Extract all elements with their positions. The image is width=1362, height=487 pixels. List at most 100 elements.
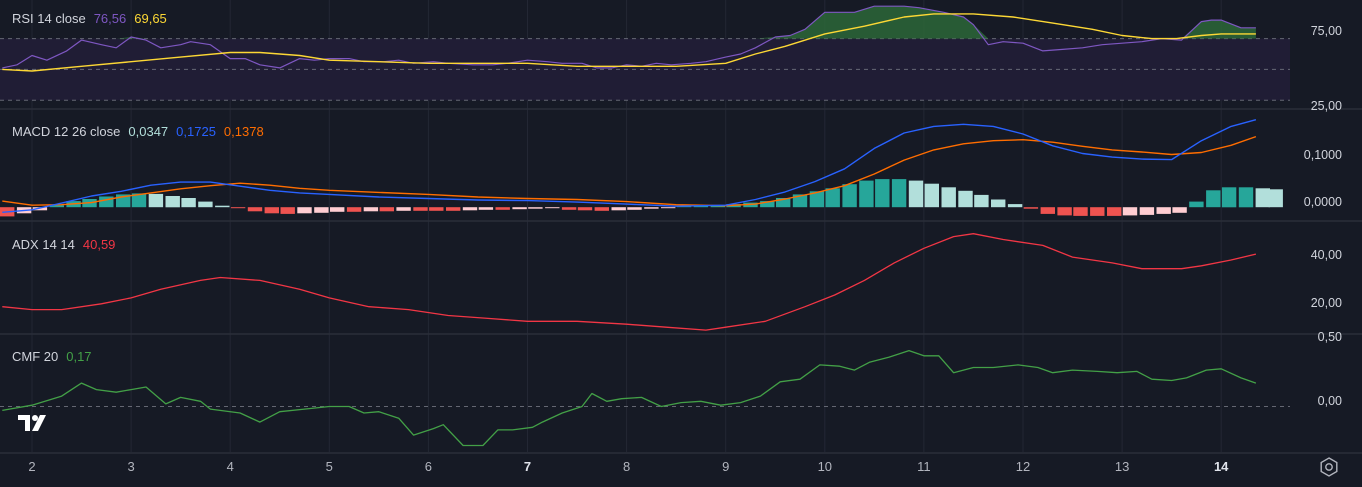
adx-line [2, 233, 1257, 331]
macd-histogram-bar [1007, 204, 1023, 208]
macd-axis-label-high: 0,1000 [1303, 148, 1342, 162]
macd-histogram-bar [1057, 207, 1072, 216]
macd-histogram-bar [230, 207, 246, 209]
macd-histogram-bar [611, 207, 626, 211]
macd-histogram-bar [545, 207, 560, 209]
macd-histogram-bar [462, 207, 478, 211]
time-axis-label: 11 [917, 459, 931, 474]
macd-histogram-bar [1172, 207, 1187, 213]
macd-histogram-bar [512, 207, 527, 210]
cmf-axis-label-zero: 0,00 [1317, 394, 1342, 408]
macd-histogram-bar [825, 188, 840, 208]
macd-histogram-bar [181, 198, 196, 208]
macd-histogram-bar [1255, 188, 1270, 208]
macd-histogram-bar [346, 207, 362, 212]
macd-histogram-bar [247, 207, 263, 212]
macd-histogram-bar [1107, 207, 1122, 216]
macd-histogram-bar [1090, 207, 1105, 216]
settings-gear-icon[interactable] [1318, 456, 1340, 478]
macd-histogram-bar [842, 184, 857, 208]
macd-histogram-bar [974, 194, 989, 208]
macd-signal-line [2, 135, 1257, 207]
macd-histogram-bar [413, 207, 428, 211]
macd-histogram-bar [396, 207, 411, 211]
cmf-line [2, 349, 1257, 447]
macd-histogram-bar [561, 207, 577, 210]
time-axis-label: 5 [325, 459, 333, 474]
macd-histogram-bar [379, 207, 394, 212]
macd-histogram-bar [991, 199, 1006, 208]
macd-histogram-bar [165, 196, 180, 208]
macd-histogram-bar [446, 207, 461, 211]
rsi-axis-label-low: 25,00 [1310, 99, 1342, 113]
cmf-legend[interactable]: CMF 20 0,17 [12, 349, 92, 364]
cmf-axis-label-high: 0,50 [1317, 330, 1342, 344]
time-axis-label: 4 [226, 459, 234, 474]
time-axis-label: 7 [523, 459, 532, 474]
macd-histogram-bar [908, 180, 924, 208]
macd-histogram-bar [363, 207, 379, 212]
macd-histogram-bar [644, 207, 659, 209]
macd-histogram-bar [478, 207, 494, 210]
macd-histogram-bar [1206, 190, 1221, 208]
macd-histogram-bar [1073, 207, 1088, 216]
tradingview-logo-icon [18, 415, 46, 431]
time-axis-label: 14 [1213, 459, 1229, 474]
macd-histogram-value: 0,0347 [128, 124, 169, 139]
macd-histogram-bar [941, 187, 956, 208]
chart-canvas[interactable] [0, 0, 1362, 482]
rsi-axis-label-high: 75,00 [1310, 24, 1342, 38]
macd-indicator-name: MACD 12 26 close [12, 124, 121, 139]
macd-histogram-bar [215, 205, 230, 208]
macd-histogram-bar [891, 179, 907, 208]
macd-histogram-bar [1156, 207, 1171, 214]
macd-line-value: 0,1725 [176, 124, 216, 139]
time-axis-label: 13 [1114, 459, 1130, 474]
time-axis-label: 12 [1015, 459, 1031, 474]
macd-histogram-bar [330, 207, 345, 212]
macd-histogram-bar [875, 179, 890, 208]
macd-histogram-bar [1189, 201, 1204, 208]
cmf-indicator-name: CMF 20 [12, 349, 59, 364]
macd-histogram-bar [577, 207, 593, 211]
macd-histogram-bar [661, 207, 676, 209]
macd-histogram-bar [859, 180, 874, 208]
macd-histogram-bar [314, 207, 329, 213]
macd-histogram-bar [1268, 189, 1283, 208]
rsi-legend[interactable]: RSI 14 close 76,56 69,65 [12, 11, 167, 26]
adx-axis-label-high: 40,00 [1310, 248, 1342, 262]
adx-axis-label-low: 20,00 [1310, 296, 1342, 310]
time-axis-label: 3 [127, 459, 135, 474]
rsi-overbought-fill [116, 6, 1256, 39]
rsi-value: 76,56 [93, 11, 127, 26]
macd-histogram-bar [924, 183, 939, 208]
macd-histogram-bar [1040, 207, 1055, 214]
macd-histogram-bar [280, 207, 295, 214]
time-axis-label: 10 [817, 459, 833, 474]
cmf-value: 0,17 [66, 349, 92, 364]
time-axis-label: 8 [622, 459, 631, 474]
adx-value: 40,59 [82, 237, 116, 252]
macd-histogram-bar [264, 207, 279, 214]
macd-histogram-bar [1023, 207, 1039, 209]
macd-histogram-bar [958, 190, 973, 208]
macd-histogram-bar [198, 201, 213, 208]
macd-histogram-bar [429, 207, 444, 211]
macd-histogram-bar [99, 196, 114, 208]
time-axis-label: 9 [722, 459, 730, 474]
macd-histogram-bar [528, 207, 543, 209]
macd-histogram-bar [148, 193, 164, 208]
time-axis-label: 2 [28, 459, 36, 474]
adx-legend[interactable]: ADX 14 14 40,59 [12, 237, 115, 252]
macd-histogram-bar [1238, 187, 1254, 208]
time-axis-label: 6 [424, 459, 433, 474]
macd-histogram-bar [1221, 187, 1237, 208]
macd-histogram-bar [1139, 207, 1155, 215]
macd-signal-value: 0,1378 [223, 124, 264, 139]
macd-histogram-bar [297, 207, 312, 214]
indicator-chart[interactable]: RSI 14 close 76,56 69,65 MACD 12 26 clos… [0, 0, 1362, 482]
rsi-indicator-name: RSI 14 close [12, 11, 86, 26]
macd-axis-label-zero: 0,0000 [1303, 195, 1342, 209]
macd-legend[interactable]: MACD 12 26 close 0,0347 0,1725 0,1378 [12, 124, 264, 139]
rsi-ma-value: 69,65 [134, 11, 167, 26]
